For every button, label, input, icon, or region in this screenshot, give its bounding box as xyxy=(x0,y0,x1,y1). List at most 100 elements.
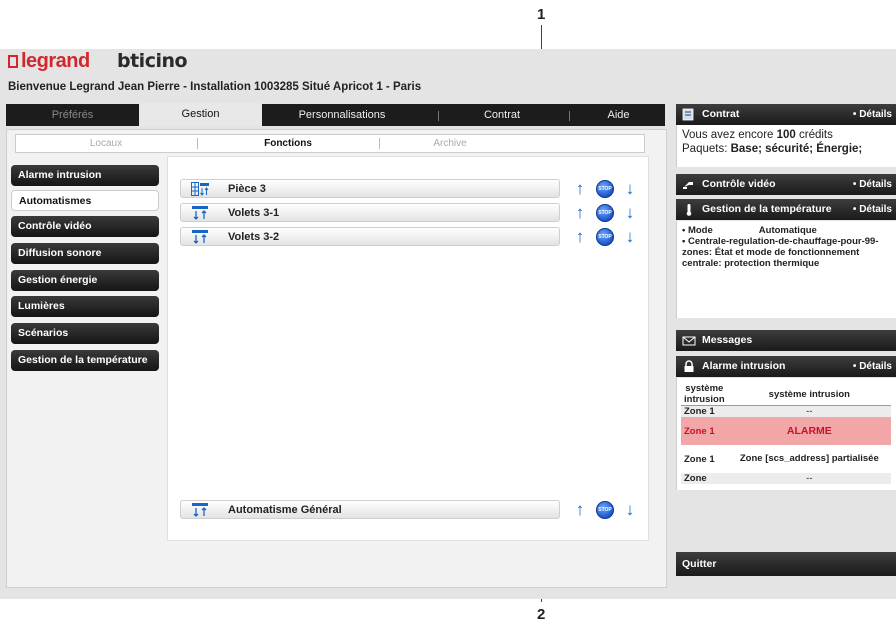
quit-button[interactable]: Quitter xyxy=(676,552,896,576)
tab-separator xyxy=(438,111,439,121)
callout-number-1: 1 xyxy=(537,6,546,23)
welcome-text: Bienvenue Legrand Jean Pierre - Installa… xyxy=(8,81,422,93)
subtab-archive[interactable]: Archive xyxy=(380,135,520,152)
stop-button[interactable]: STOP xyxy=(596,180,614,198)
room-shutter-icon xyxy=(191,182,209,196)
up-arrow-button[interactable]: ↑ xyxy=(571,228,589,246)
video-details-link[interactable]: • Détails xyxy=(853,174,892,195)
shutter-icon xyxy=(192,206,208,220)
main-tabbar: Préférés Gestion Personnalisations Contr… xyxy=(6,103,665,126)
status-cell: Zone [scs_address] partialisée xyxy=(739,453,879,464)
bticino-logo: bticino xyxy=(117,50,188,72)
credits-prefix: Vous avez encore xyxy=(682,129,777,141)
temperature-title: Gestion de la température xyxy=(702,203,832,215)
credits-count: 100 xyxy=(776,129,796,141)
tab-aide[interactable]: Aide xyxy=(572,104,665,126)
tab-preferes[interactable]: Préférés xyxy=(6,104,139,126)
status-cell: -- xyxy=(806,473,813,484)
contract-icon xyxy=(682,108,694,121)
function-row-general: Automatisme Général xyxy=(180,500,560,519)
table-row: Zone 1 -- xyxy=(681,405,891,417)
status-cell: -- xyxy=(806,406,813,417)
mode-value: Automatique xyxy=(758,225,817,236)
video-title: Contrôle vidéo xyxy=(702,178,776,190)
tab-personnalisations[interactable]: Personnalisations xyxy=(262,104,422,126)
table-row: Zone 1 Zone [scs_address] partialisée xyxy=(681,445,891,473)
tab-gestion[interactable]: Gestion xyxy=(139,103,262,126)
contrat-box: Vous avez encore 100 crédits Paquets: Ba… xyxy=(676,125,896,167)
legrand-logo-text: legrand xyxy=(21,49,90,72)
sidebar-item-lumieres[interactable]: Lumières xyxy=(11,296,159,317)
sidebar-item-diffusion-sonore[interactable]: Diffusion sonore xyxy=(11,243,159,264)
subtab-bar: Locaux Fonctions Archive xyxy=(15,134,645,153)
down-arrow-button[interactable]: ↓ xyxy=(621,501,639,519)
temperature-status-text: • Centrale-regulation-de-chauffage-pour-… xyxy=(682,236,879,269)
temperature-box: • Mode Automatique • Centrale-regulation-… xyxy=(676,221,896,318)
thermometer-icon xyxy=(686,204,692,216)
function-label: Automatisme Général xyxy=(228,504,342,516)
function-row: Pièce 3 xyxy=(180,179,560,198)
tab-separator xyxy=(569,111,570,121)
function-label: Volets 3-1 xyxy=(228,207,280,219)
alarm-table-header: système intrusion système intrusion xyxy=(681,383,891,406)
camera-icon xyxy=(683,182,693,189)
table-row: Zone -- xyxy=(681,473,891,484)
sidebar-item-gestion-temperature[interactable]: Gestion de la température xyxy=(11,350,159,371)
zone-cell: Zone xyxy=(684,473,707,484)
function-row: Volets 3-2 xyxy=(180,227,560,246)
alarm-table: système intrusion système intrusion Zone… xyxy=(681,383,891,484)
zone-cell: Zone 1 xyxy=(684,453,715,465)
function-label: Volets 3-2 xyxy=(228,231,280,243)
down-arrow-button[interactable]: ↓ xyxy=(621,180,639,198)
up-arrow-button[interactable]: ↑ xyxy=(571,180,589,198)
zone-cell: Zone 1 xyxy=(684,425,715,437)
status-cell-alarm: ALARME xyxy=(786,425,832,437)
packages-value: Base; sécurité; Énergie; xyxy=(730,143,863,155)
stop-button[interactable]: STOP xyxy=(596,228,614,246)
sidebar-item-alarme-intrusion[interactable]: Alarme intrusion xyxy=(11,165,159,186)
packages-line: Paquets: Base; sécurité; Énergie; xyxy=(682,142,891,156)
stop-button[interactable]: STOP xyxy=(596,204,614,222)
alarm-details-link[interactable]: • Détails xyxy=(853,356,892,377)
bticino-logo-text: bticino xyxy=(117,50,188,72)
messages-header[interactable]: Messages xyxy=(676,330,896,351)
functions-area: Pièce 3 ↑ STOP ↓ Volets 3-1 ↑ STOP ↓ Vol… xyxy=(167,156,649,541)
callout-number-2: 2 xyxy=(537,606,546,623)
alarm-title: Alarme intrusion xyxy=(702,360,786,372)
temperature-details-link[interactable]: • Détails xyxy=(853,199,892,220)
temperature-mode: • Mode Automatique xyxy=(682,225,892,236)
stop-button[interactable]: STOP xyxy=(596,501,614,519)
function-row: Volets 3-1 xyxy=(180,203,560,222)
sidebar-item-controle-video[interactable]: Contrôle vidéo xyxy=(11,216,159,237)
contrat-details-link[interactable]: • Détails xyxy=(853,104,892,125)
subtab-locaux[interactable]: Locaux xyxy=(16,135,196,152)
temperature-header: Gestion de la température • Détails xyxy=(676,199,896,220)
alarm-box: système intrusion système intrusion Zone… xyxy=(676,378,896,490)
contrat-header: Contrat • Détails xyxy=(676,104,896,125)
quit-label: Quitter xyxy=(682,558,717,570)
up-arrow-button[interactable]: ↑ xyxy=(571,204,589,222)
mode-label: • Mode xyxy=(682,225,713,236)
packages-prefix: Paquets: xyxy=(682,143,731,155)
subtab-fonctions[interactable]: Fonctions xyxy=(198,135,378,152)
credits-suffix: crédits xyxy=(795,129,833,141)
sidebar-item-gestion-energie[interactable]: Gestion énergie xyxy=(11,270,159,291)
lock-icon xyxy=(684,360,694,372)
column-header: système intrusion xyxy=(768,388,850,400)
main-panel: Locaux Fonctions Archive Alarme intrusio… xyxy=(6,129,667,588)
down-arrow-button[interactable]: ↓ xyxy=(621,204,639,222)
contrat-title: Contrat xyxy=(702,108,740,120)
zone-cell: Zone 1 xyxy=(684,406,715,417)
up-arrow-button[interactable]: ↑ xyxy=(571,501,589,519)
shutter-icon xyxy=(192,230,208,244)
credits-line: Vous avez encore 100 crédits xyxy=(682,128,891,142)
sidebar-item-automatismes[interactable]: Automatismes xyxy=(11,190,159,211)
column-header: système intrusion xyxy=(684,383,725,405)
sidebar-item-scenarios[interactable]: Scénarios xyxy=(11,323,159,344)
tab-contrat[interactable]: Contrat xyxy=(442,104,562,126)
messages-title: Messages xyxy=(702,334,753,346)
video-header[interactable]: Contrôle vidéo • Détails xyxy=(676,174,896,195)
down-arrow-button[interactable]: ↓ xyxy=(621,228,639,246)
table-row-alarm: Zone 1 ALARME xyxy=(681,417,891,445)
function-label: Pièce 3 xyxy=(228,183,266,195)
